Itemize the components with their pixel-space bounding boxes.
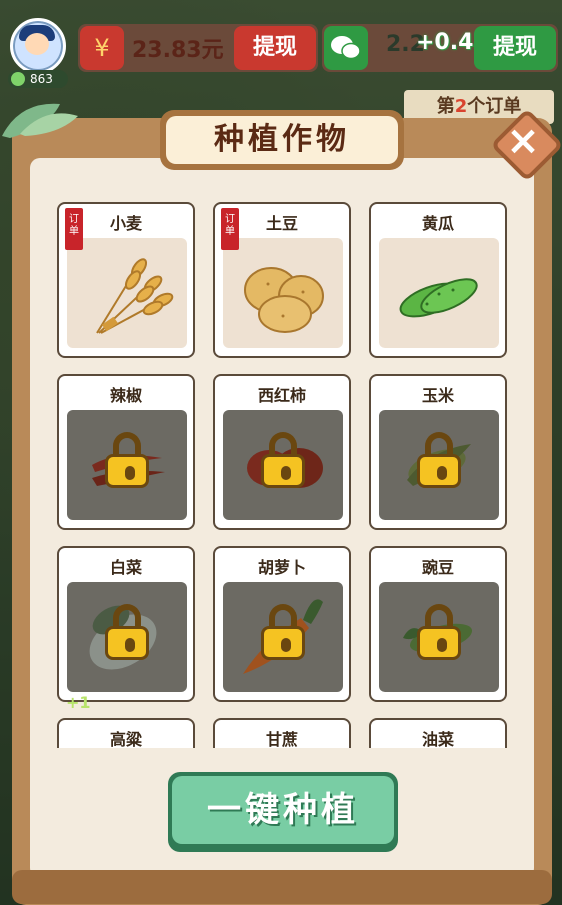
crop-card-chili[interactable]: 辣椒	[57, 374, 195, 530]
wheat-icon	[96, 258, 174, 334]
cucumber-icon	[399, 278, 478, 318]
crop-name: 甘蔗	[265, 730, 298, 748]
panel-bottom-rail	[12, 870, 552, 904]
cash-balance: ¥ 23.83元 提现	[78, 24, 318, 72]
cash-amount: 23.83元	[132, 38, 224, 63]
crop-card-rapeseed[interactable]: 油菜	[369, 718, 507, 748]
crop-card-pea[interactable]: 豌豆	[369, 546, 507, 702]
crop-card-wheat[interactable]: 小麦 订单	[57, 202, 195, 358]
crop-card-cucumber[interactable]: 黄瓜	[369, 202, 507, 358]
wechat-balance: 2.2 +0.43 提现	[322, 24, 558, 72]
crop-name: 西红柿	[257, 386, 306, 405]
crop-name: 豌豆	[421, 558, 454, 577]
crop-name: 白菜	[109, 558, 142, 577]
avatar-face	[25, 33, 49, 55]
crop-name: 高粱	[109, 730, 142, 748]
crop-image	[223, 238, 343, 348]
crop-image-locked	[67, 582, 187, 692]
lock-icon	[417, 604, 461, 660]
close-button[interactable]: ×	[490, 108, 562, 182]
lock-icon	[261, 432, 305, 488]
red-envelope-icon: ¥	[80, 26, 124, 70]
potato-icon	[244, 267, 324, 333]
plant-button-label: 一键种植	[172, 776, 394, 844]
order-tag: 订单	[65, 208, 83, 250]
crop-card-corn[interactable]: 玉米	[369, 374, 507, 530]
crop-image-locked	[379, 582, 499, 692]
crop-card-tomato[interactable]: 西红柿	[213, 374, 351, 530]
page-title: 种植作物	[166, 116, 398, 164]
crop-name: 黄瓜	[421, 214, 454, 233]
gem-count: 863	[30, 72, 53, 86]
cash-withdraw-button[interactable]: 提现	[234, 26, 316, 70]
crop-card-cabbage[interactable]: 白菜	[57, 546, 195, 702]
crop-image	[379, 238, 499, 348]
crop-card-carrot[interactable]: 胡萝卜	[213, 546, 351, 702]
crop-card-sugarcane[interactable]: 甘蔗	[213, 718, 351, 748]
close-icon: ×	[506, 118, 540, 164]
crop-image-locked	[223, 582, 343, 692]
order-tag: 订单	[221, 208, 239, 250]
crop-name: 玉米	[421, 386, 454, 405]
lock-icon	[261, 604, 305, 660]
crop-card-potato[interactable]: 土豆 订单	[213, 202, 351, 358]
crop-name: 胡萝卜	[257, 558, 306, 577]
gem-counter: 863	[8, 70, 68, 88]
crop-image-locked	[223, 410, 343, 520]
avatar[interactable]	[10, 18, 66, 74]
order-number: 2	[454, 96, 468, 117]
leaf-decoration-icon	[2, 103, 78, 138]
lock-icon	[105, 432, 149, 488]
panel-title-plate: 种植作物	[160, 110, 404, 170]
crop-image-locked	[379, 410, 499, 520]
crop-image-locked	[67, 410, 187, 520]
crop-name: 辣椒	[109, 386, 142, 405]
gem-icon	[11, 72, 25, 86]
order-prefix: 第	[436, 96, 455, 117]
crop-grid: 小麦 订单 土豆 订单 黄瓜 辣椒 西红柿 玉米 白菜 胡萝卜 豌豆 高粱 甘蔗…	[57, 202, 509, 748]
crop-image	[67, 238, 187, 348]
crop-name: 油菜	[421, 730, 454, 748]
lock-icon	[417, 432, 461, 488]
lock-icon	[105, 604, 149, 660]
top-hud: 863 ¥ 23.83元 提现 2.2 +0.43 提现	[0, 0, 562, 92]
one-click-plant-button[interactable]: 一键种植	[168, 772, 398, 852]
crop-card-sorghum[interactable]: 高粱	[57, 718, 195, 748]
wechat-withdraw-button[interactable]: 提现	[474, 26, 556, 70]
bonus-indicator: +1	[66, 693, 91, 712]
wechat-icon	[324, 26, 368, 70]
